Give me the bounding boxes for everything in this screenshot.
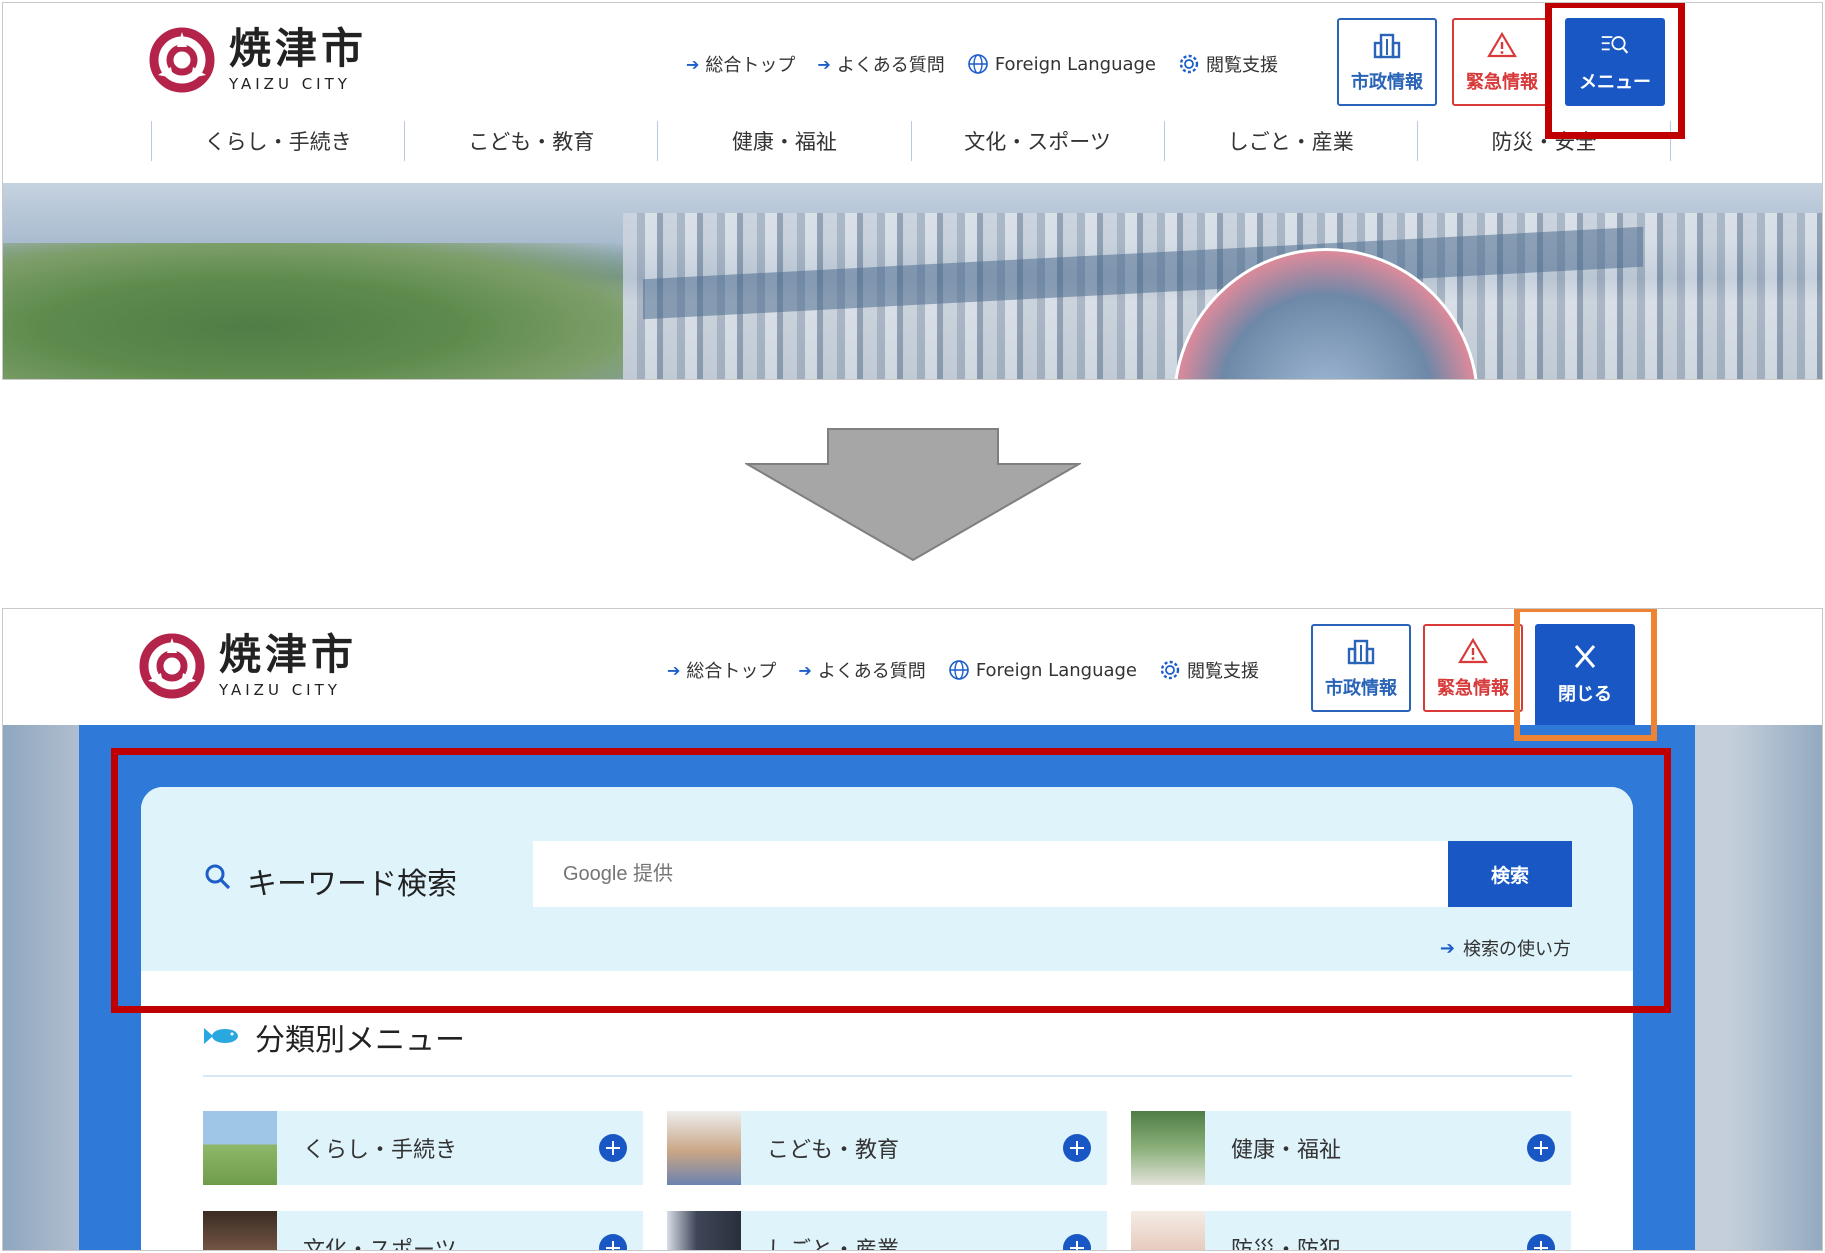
category-thumbnail (667, 1211, 741, 1250)
after-screenshot: 焼津市 YAIZU CITY ➔ 総合トップ ➔ よくある質問 Foreign La… (2, 608, 1823, 1251)
search-input-wrapper (533, 840, 1448, 908)
expand-plus-icon[interactable] (1063, 1134, 1091, 1162)
category-item-living[interactable]: くらし・手続き (203, 1111, 643, 1185)
expand-plus-icon[interactable] (1063, 1234, 1091, 1250)
gear-icon (1159, 659, 1181, 681)
util-link-top[interactable]: ➔ 総合トップ (686, 51, 795, 77)
globe-icon (948, 659, 970, 681)
warning-icon (1458, 637, 1488, 670)
menu-button[interactable]: メニュー (1565, 18, 1665, 106)
category-divider (203, 1075, 1572, 1077)
utility-links: ➔ 総合トップ ➔ よくある質問 Foreign Language 閲覧支援 (686, 51, 1300, 77)
down-arrow-icon (745, 428, 1081, 562)
fish-icon (203, 1020, 255, 1055)
gnav-item-culture[interactable]: 文化・スポーツ (910, 121, 1164, 161)
global-nav: くらし・手続き こども・教育 健康・福祉 文化・スポーツ しごと・産業 防災・安… (151, 121, 1672, 161)
arrow-right-icon: ➔ (817, 54, 831, 74)
menu-search-icon (1600, 31, 1630, 64)
category-thumbnail (1131, 1211, 1205, 1250)
util-link-faq[interactable]: ➔ よくある質問 (817, 51, 944, 77)
building-icon (1346, 637, 1376, 670)
mega-menu-content: キーワード検索 検索 ➔ 検索の使い方 分類別メニュー くらし・ (141, 787, 1633, 1250)
util-link-faq[interactable]: ➔ よくある質問 (798, 657, 925, 683)
expand-plus-icon[interactable] (599, 1134, 627, 1162)
gnav-item-living[interactable]: くらし・手続き (151, 121, 404, 161)
category-thumbnail (667, 1111, 741, 1185)
close-icon (1570, 643, 1600, 676)
util-link-accessibility[interactable]: 閲覧支援 (1178, 51, 1278, 77)
before-screenshot: 焼津市 YAIZU CITY ➔ 総合トップ ➔ よくある質問 Foreign La… (2, 2, 1823, 380)
category-thumbnail (203, 1111, 277, 1185)
logo-roman: YAIZU CITY (219, 681, 341, 699)
site-logo[interactable]: 焼津市 YAIZU CITY (139, 633, 357, 699)
site-logo[interactable]: 焼津市 YAIZU CITY (149, 27, 367, 93)
yaizu-emblem-icon (139, 633, 205, 699)
globe-icon (967, 53, 989, 75)
emergency-info-button[interactable]: 緊急情報 (1452, 18, 1552, 106)
keyword-search-title: キーワード検索 (203, 859, 457, 903)
category-item-safety[interactable]: 防災・防犯 (1131, 1211, 1571, 1250)
gnav-item-health[interactable]: 健康・福祉 (657, 121, 910, 161)
city-info-button[interactable]: 市政情報 (1311, 624, 1411, 712)
gnav-item-safety[interactable]: 防災・安全 (1416, 121, 1672, 161)
arrow-right-icon: ➔ (798, 660, 812, 680)
category-grid: くらし・手続き こども・教育 健康・福祉 文化・スポーツ しごと・産業 防災・防… (203, 1111, 1572, 1250)
warning-icon (1487, 31, 1517, 64)
util-link-accessibility[interactable]: 閲覧支援 (1159, 657, 1259, 683)
emergency-info-button[interactable]: 緊急情報 (1423, 624, 1523, 712)
expand-plus-icon[interactable] (1527, 1234, 1555, 1250)
logo-kanji: 焼津市 (219, 630, 358, 679)
search-input[interactable] (533, 840, 1448, 908)
utility-links: ➔ 総合トップ ➔ よくある質問 Foreign Language 閲覧支援 (667, 657, 1281, 683)
logo-kanji: 焼津市 (229, 24, 368, 73)
site-header: 焼津市 YAIZU CITY ➔ 総合トップ ➔ よくある質問 Foreign La… (3, 3, 1822, 119)
keyword-search-area: キーワード検索 検索 ➔ 検索の使い方 (141, 787, 1633, 971)
building-icon (1372, 31, 1402, 64)
expand-plus-icon[interactable] (1527, 1134, 1555, 1162)
util-link-foreign-language[interactable]: Foreign Language (967, 53, 1156, 75)
category-menu-heading: 分類別メニュー (203, 1015, 465, 1059)
logo-roman: YAIZU CITY (229, 75, 351, 93)
arrow-right-icon: ➔ (686, 54, 700, 74)
mega-menu-panel: キーワード検索 検索 ➔ 検索の使い方 分類別メニュー くらし・ (79, 725, 1695, 1250)
expand-plus-icon[interactable] (599, 1234, 627, 1250)
category-thumbnail (1131, 1111, 1205, 1185)
yaizu-emblem-icon (149, 27, 215, 93)
gnav-item-children[interactable]: こども・教育 (404, 121, 657, 161)
category-thumbnail (203, 1211, 277, 1250)
site-header-open: 焼津市 YAIZU CITY ➔ 総合トップ ➔ よくある質問 Foreign La… (3, 609, 1822, 725)
arrow-right-icon: ➔ (667, 660, 681, 680)
util-link-foreign-language[interactable]: Foreign Language (948, 659, 1137, 681)
category-item-children[interactable]: こども・教育 (667, 1111, 1107, 1185)
gnav-item-work[interactable]: しごと・産業 (1163, 121, 1417, 161)
search-help-link[interactable]: ➔ 検索の使い方 (1440, 935, 1571, 961)
search-icon (203, 862, 247, 900)
arrow-right-icon: ➔ (1439, 937, 1455, 959)
category-item-work[interactable]: しごと・産業 (667, 1211, 1107, 1250)
category-item-culture[interactable]: 文化・スポーツ (203, 1211, 643, 1250)
close-menu-button[interactable]: 閉じる (1535, 624, 1635, 725)
search-button[interactable]: 検索 (1448, 841, 1572, 907)
hero-image (3, 183, 1822, 379)
category-item-health[interactable]: 健康・福祉 (1131, 1111, 1571, 1185)
city-info-button[interactable]: 市政情報 (1337, 18, 1437, 106)
gear-icon (1178, 53, 1200, 75)
util-link-top[interactable]: ➔ 総合トップ (667, 657, 776, 683)
